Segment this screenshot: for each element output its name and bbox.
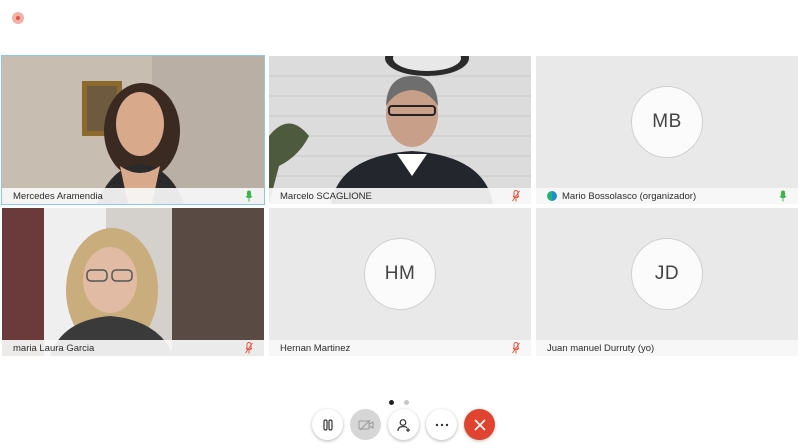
participant-name: Marcelo SCAGLIONE [280,190,372,202]
participant-tile-maria[interactable]: maria Laura Garcia [2,208,264,356]
hang-up-icon [473,418,486,431]
hang-up-button[interactable] [464,409,495,440]
participant-tile-juan[interactable]: JD Juan manuel Durruty (yo) [536,208,798,356]
page-dot-1[interactable] [389,400,394,405]
participant-name: Mario Bossolasco (organizador) [562,190,697,202]
participant-tile-hernan[interactable]: HM Hernan Martinez [269,208,531,356]
participant-avatar: HM [364,238,436,310]
page-indicator [389,400,409,405]
participant-tile-mario[interactable]: MB Mario Bossolasco (organizador) [536,56,798,204]
video-toggle-button[interactable] [350,409,381,440]
participant-name: Juan manuel Durruty (yo) [547,342,655,354]
recording-indicator-icon [12,12,24,24]
participant-namebar: Hernan Martinez [269,340,531,356]
page-dot-2[interactable] [404,400,409,405]
participant-avatar: MB [631,86,703,158]
participants-button[interactable] [388,409,419,440]
call-controls [312,409,495,440]
more-options-button[interactable] [426,409,457,440]
participant-video [269,56,531,204]
pause-button[interactable] [312,409,343,440]
participant-namebar: Mercedes Aramendia [2,188,264,204]
meeting-window: Mercedes Aramendia Marcelo SCAGLIONE MB … [0,0,800,448]
mic-muted-icon [244,342,254,354]
participant-namebar: Juan manuel Durruty (yo) [536,340,798,356]
participant-name: Hernan Martinez [280,342,351,354]
participant-name: Mercedes Aramendia [13,190,103,202]
mic-on-icon [244,190,254,202]
mic-muted-icon [511,342,521,354]
participant-video [2,208,264,356]
participant-namebar: Mario Bossolasco (organizador) [536,188,798,204]
pause-icon [322,418,333,431]
participant-tile-mercedes[interactable]: Mercedes Aramendia [1,55,265,205]
mic-muted-icon [511,190,521,202]
participant-namebar: maria Laura Garcia [2,340,264,356]
participant-namebar: Marcelo SCAGLIONE [269,188,531,204]
participants-icon [396,418,410,432]
more-icon [435,423,448,426]
participant-name: maria Laura Garcia [13,342,95,354]
participant-avatar: JD [631,238,703,310]
mic-on-icon [778,190,788,202]
participant-video [2,56,264,204]
participant-tile-marcelo[interactable]: Marcelo SCAGLIONE [269,56,531,204]
organizer-icon [547,191,557,201]
video-off-icon [358,419,373,430]
